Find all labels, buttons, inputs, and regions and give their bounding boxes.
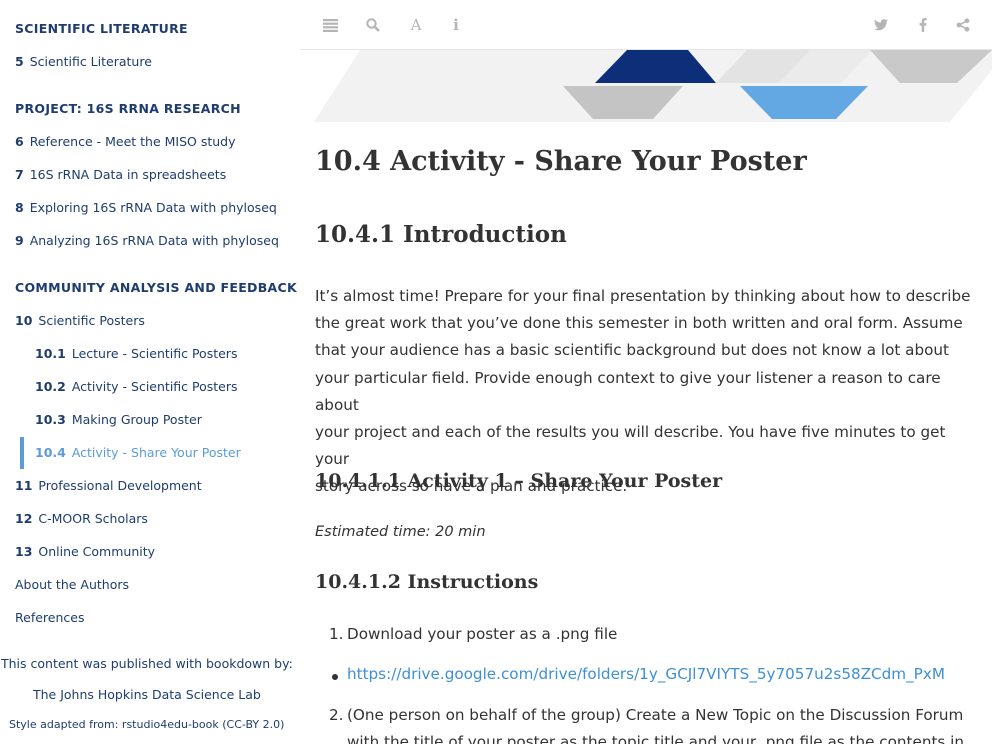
sidebar-item-references[interactable]: References [15, 608, 84, 628]
sidebar-item-6[interactable]: 6 Reference - Meet the MISO study [15, 132, 236, 152]
published-note: This content was published with bookdown… [1, 656, 293, 671]
share-icon[interactable] [954, 15, 972, 35]
sidebar-section-project: PROJECT: 16S RRNA RESEARCH [15, 101, 241, 116]
sidebar-item-10-4[interactable]: 10.4 Activity - Share Your Poster [35, 443, 241, 463]
bullet [332, 674, 338, 680]
step-2-line-1: (One person on behalf of the group) Crea… [347, 706, 964, 724]
sidebar-item-number: 10.2 [35, 379, 66, 394]
sidebar-item-about[interactable]: About the Authors [15, 575, 129, 595]
sidebar-section-community: COMMUNITY ANALYSIS AND FEEDBACK [15, 280, 297, 295]
sidebar-item-label: Online Community [38, 544, 156, 559]
step-1: Download your poster as a .png file [347, 625, 618, 643]
sidebar-item-number: 10.1 [35, 346, 66, 361]
sidebar-item-label: Analyzing 16S rRNA Data with phyloseq [29, 233, 279, 248]
sidebar-item-13[interactable]: 13 Online Community [15, 542, 155, 562]
sidebar-item-number: 13 [15, 544, 33, 559]
sidebar-item-number: 9 [15, 233, 24, 248]
sidebar-item-number: 10.4 [35, 445, 66, 460]
list-icon[interactable] [321, 15, 339, 35]
drive-folder-link[interactable]: https://drive.google.com/drive/folders/1… [347, 665, 945, 683]
sidebar-item-10[interactable]: 10 Scientific Posters [15, 311, 145, 331]
twitter-icon[interactable] [872, 15, 890, 35]
subsection-heading-instructions: 10.4.1.2 Instructions [315, 571, 539, 593]
sidebar-item-label: Scientific Literature [29, 54, 152, 69]
step-number: 1. [329, 625, 344, 643]
paragraph-line: It’s almost time! Prepare for your final… [315, 287, 971, 305]
style-credit-link[interactable]: Style adapted from: rstudio4edu-book (CC… [9, 718, 284, 731]
sidebar-item-9[interactable]: 9 Analyzing 16S rRNA Data with phyloseq [15, 231, 279, 251]
sidebar: SCIENTIFIC LITERATURE 5 Scientific Liter… [0, 0, 300, 744]
paragraph-line: your project and each of the results you… [315, 423, 946, 469]
sidebar-item-label: Scientific Posters [38, 313, 145, 328]
sidebar-item-label: C-MOOR Scholars [38, 511, 148, 526]
sidebar-item-11[interactable]: 11 Professional Development [15, 476, 202, 496]
facebook-icon[interactable] [914, 15, 932, 35]
sidebar-item-number: 10 [15, 313, 33, 328]
subsection-heading-activity-1: 10.4.1.1 Activity 1 – Share Your Poster [315, 470, 723, 492]
paragraph-line: your particular field. Provide enough co… [315, 368, 941, 414]
search-icon[interactable] [364, 15, 382, 35]
sidebar-item-10-3[interactable]: 10.3 Making Group Poster [35, 410, 202, 430]
sidebar-item-10-1[interactable]: 10.1 Lecture - Scientific Posters [35, 344, 237, 364]
paragraph-line: that your audience has a basic scientifi… [315, 341, 949, 360]
paragraph-line: the great work that you’ve done this sem… [315, 314, 963, 333]
estimated-time: Estimated time: 20 min [315, 524, 486, 540]
sidebar-item-label: Reference - Meet the MISO study [29, 134, 236, 149]
sidebar-item-number: 7 [15, 167, 24, 182]
sidebar-item-label: Activity - Share Your Poster [71, 445, 241, 460]
sidebar-item-10-2[interactable]: 10.2 Activity - Scientific Posters [35, 377, 238, 397]
font-icon[interactable]: A [407, 15, 425, 35]
book-toolbar: A i [300, 0, 992, 50]
sidebar-item-label: 16S rRNA Data in spreadsheets [29, 167, 227, 182]
sidebar-item-8[interactable]: 8 Exploring 16S rRNA Data with phyloseq [15, 198, 277, 218]
header-banner [300, 50, 992, 125]
intro-paragraph: It’s almost time! Prepare for your final… [315, 283, 980, 501]
sidebar-section-scientific-literature: SCIENTIFIC LITERATURE [15, 21, 188, 36]
sidebar-item-label: Exploring 16S rRNA Data with phyloseq [29, 200, 277, 215]
step-number: 2. [329, 706, 344, 724]
section-heading-introduction: 10.4.1 Introduction [315, 221, 567, 248]
sidebar-item-number: 5 [15, 54, 24, 69]
sidebar-item-label: Professional Development [38, 478, 202, 493]
active-indicator [20, 437, 24, 469]
sidebar-item-label: Lecture - Scientific Posters [71, 346, 238, 361]
sidebar-item-7[interactable]: 7 16S rRNA Data in spreadsheets [15, 165, 226, 185]
sidebar-item-number: 11 [15, 478, 33, 493]
info-icon[interactable]: i [447, 15, 465, 35]
sidebar-item-12[interactable]: 12 C-MOOR Scholars [15, 509, 148, 529]
sidebar-item-label: Activity - Scientific Posters [71, 379, 238, 394]
sidebar-item-number: 8 [15, 200, 24, 215]
step-2-line-2: with the title of your poster as the top… [347, 733, 965, 744]
sidebar-item-5[interactable]: 5 Scientific Literature [15, 52, 152, 72]
sidebar-item-number: 10.3 [35, 412, 66, 427]
page-title: 10.4 Activity - Share Your Poster [315, 146, 807, 177]
sidebar-item-number: 6 [15, 134, 24, 149]
sidebar-item-number: 12 [15, 511, 33, 526]
sidebar-item-label: Making Group Poster [71, 412, 202, 427]
jhu-link[interactable]: The Johns Hopkins Data Science Lab [33, 687, 261, 702]
banner-graphic [314, 50, 992, 122]
